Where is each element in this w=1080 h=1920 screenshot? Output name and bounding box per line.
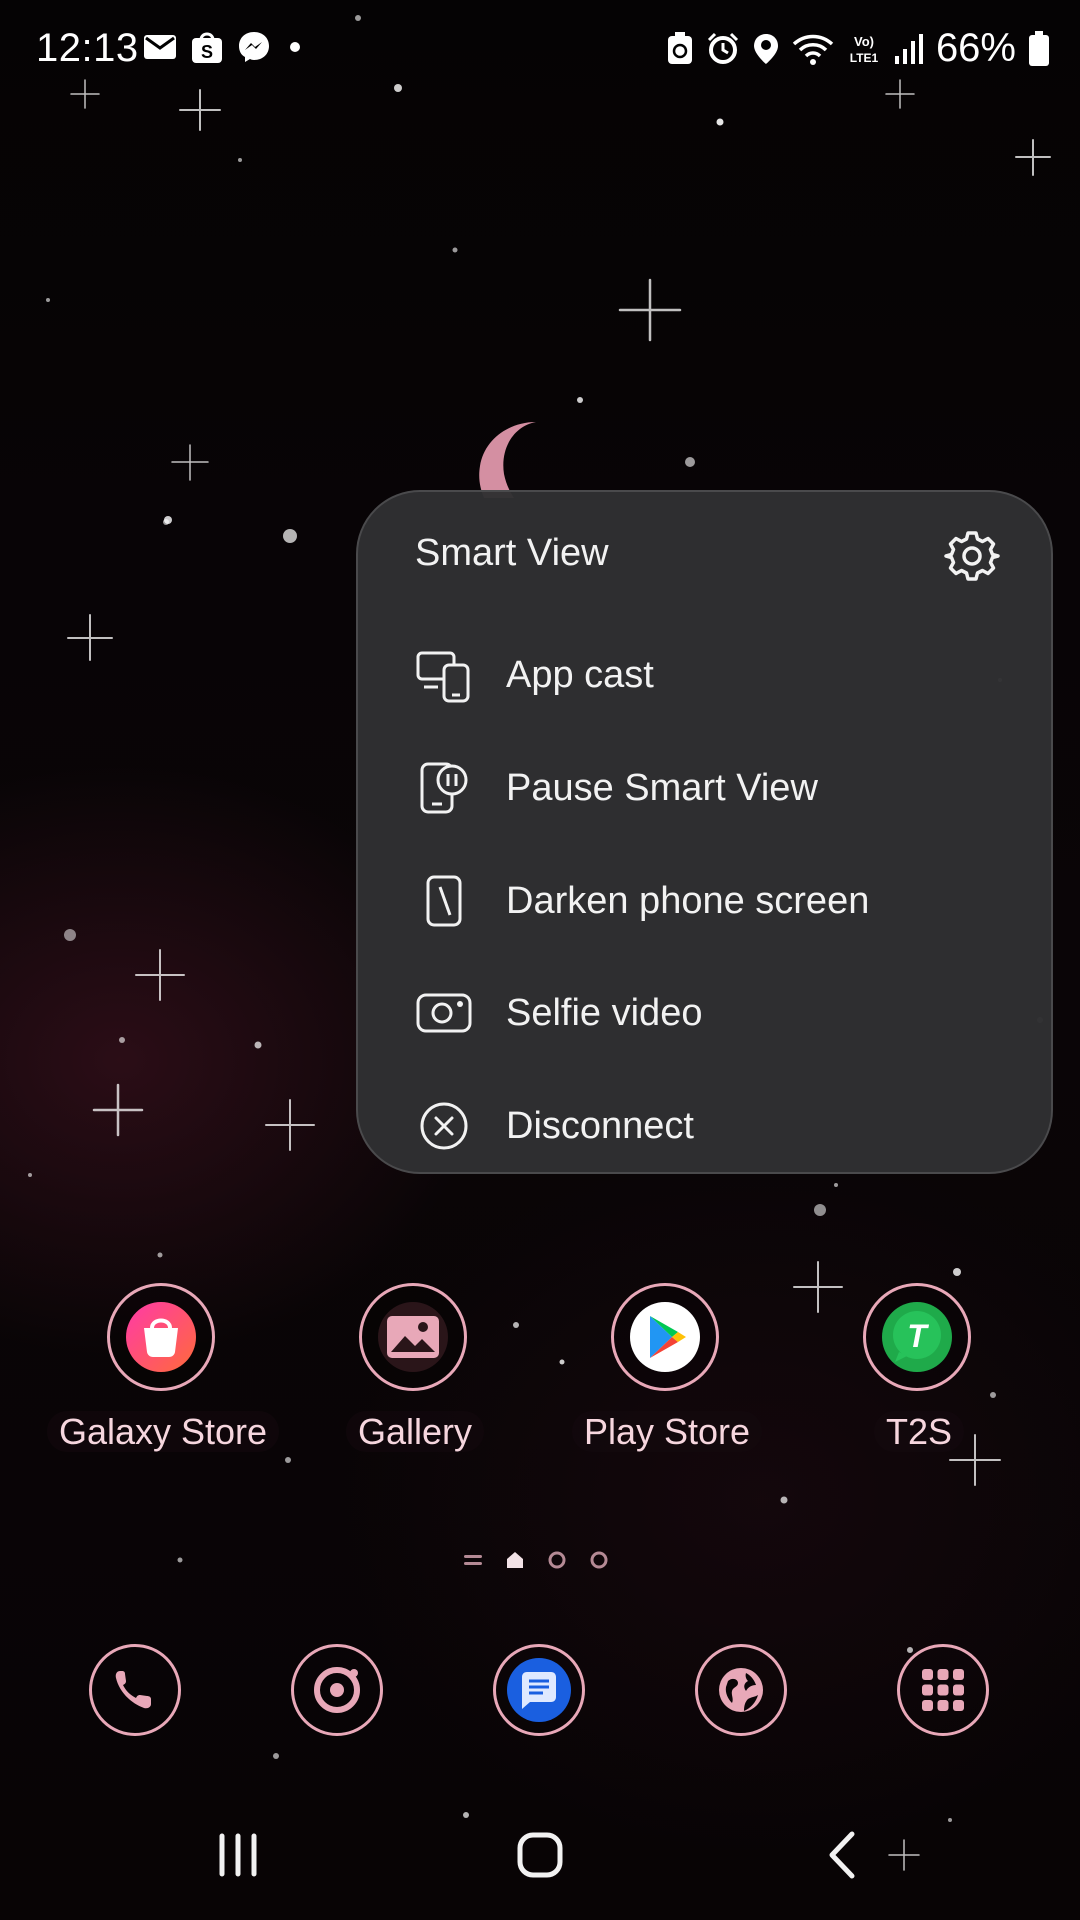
menu-item-app-cast[interactable]: App cast [358,625,1051,725]
selfie-camera-icon [416,993,472,1033]
page-dot-icon [548,1551,566,1569]
app-play-store[interactable]: Play Store [547,1283,787,1463]
home-screen: 12:13 S Vo) LTE1 66% Smart View App cast… [0,0,1080,1920]
page-dot-icon [590,1551,608,1569]
recycle-icon [666,31,694,66]
back-button[interactable] [802,1820,882,1890]
location-icon [752,32,780,66]
dock-camera[interactable] [291,1644,383,1736]
home-page-menu-icon [464,1555,482,1565]
alarm-icon [706,32,740,66]
crescent-moon [479,422,536,498]
battery-icon [1028,30,1050,67]
wifi-icon [792,32,834,66]
app-label-gallery: Gallery [295,1411,535,1453]
phone-icon [115,1671,151,1709]
t2s-icon: T [882,1302,952,1372]
app-ring [107,1283,215,1391]
menu-item-disconnect[interactable]: Disconnect [358,1076,1051,1176]
app-ring: T [863,1283,971,1391]
apps-grid-icon [922,1669,964,1711]
volte-icon: Vo) LTE1 [846,32,882,66]
dock-phone[interactable] [89,1644,181,1736]
dot-icon [285,37,305,57]
menu-item-selfie-video[interactable]: Selfie video [358,963,1051,1063]
menu-label-app-cast: App cast [506,653,654,696]
recents-icon [219,1833,257,1877]
menu-label-pause-smart-view: Pause Smart View [506,766,818,809]
app-label-galaxy-store: Galaxy Store [43,1411,283,1453]
signal-icon [894,32,924,66]
home-button[interactable] [500,1820,580,1890]
camera-icon [314,1667,360,1713]
app-gallery[interactable]: Gallery [295,1283,535,1463]
pause-smart-view-icon [420,762,468,814]
app-label-t2s: T2S [799,1411,1039,1453]
status-bar: 12:13 S Vo) LTE1 66% [0,0,1080,100]
dock-apps-drawer[interactable] [897,1644,989,1736]
messages-icon [507,1658,571,1722]
messenger-icon [237,30,271,64]
menu-label-disconnect: Disconnect [506,1104,694,1147]
shopee-icon: S [191,30,223,64]
app-ring [359,1283,467,1391]
battery-percent: 66% [935,26,1016,70]
app-galaxy-store[interactable]: Galaxy Store [43,1283,283,1463]
play-store-icon [630,1302,700,1372]
menu-item-pause-smart-view[interactable]: Pause Smart View [358,738,1051,838]
recents-button[interactable] [198,1820,278,1890]
svg-text:LTE1: LTE1 [850,51,879,65]
gear-icon[interactable] [944,528,1000,584]
gmail-icon [143,33,177,61]
svg-text:Vo): Vo) [854,34,874,49]
disconnect-icon [420,1102,468,1150]
home-page-dot-icon [507,1552,523,1568]
menu-label-darken-phone-screen: Darken phone screen [506,879,870,922]
dock-messages[interactable] [493,1644,585,1736]
back-icon [829,1831,855,1879]
menu-item-darken-phone-screen[interactable]: Darken phone screen [358,851,1051,951]
smart-view-panel: Smart View App cast Pause Smart View Dar… [356,490,1053,1174]
panel-title: Smart View [415,532,609,574]
dock-internet[interactable] [695,1644,787,1736]
app-t2s[interactable]: T T2S [799,1283,1039,1463]
svg-text:S: S [201,42,213,62]
darken-screen-icon [426,875,462,927]
t2s-letter: T [907,1318,929,1354]
gallery-icon [378,1302,448,1372]
galaxy-store-icon [126,1302,196,1372]
internet-globe-icon [719,1668,763,1712]
menu-label-selfie-video: Selfie video [506,991,703,1034]
app-cast-icon [416,651,470,703]
page-indicator[interactable] [463,1550,609,1570]
app-ring [611,1283,719,1391]
clock: 12:13 [36,26,139,70]
home-icon [517,1832,563,1878]
app-label-play-store: Play Store [547,1411,787,1453]
